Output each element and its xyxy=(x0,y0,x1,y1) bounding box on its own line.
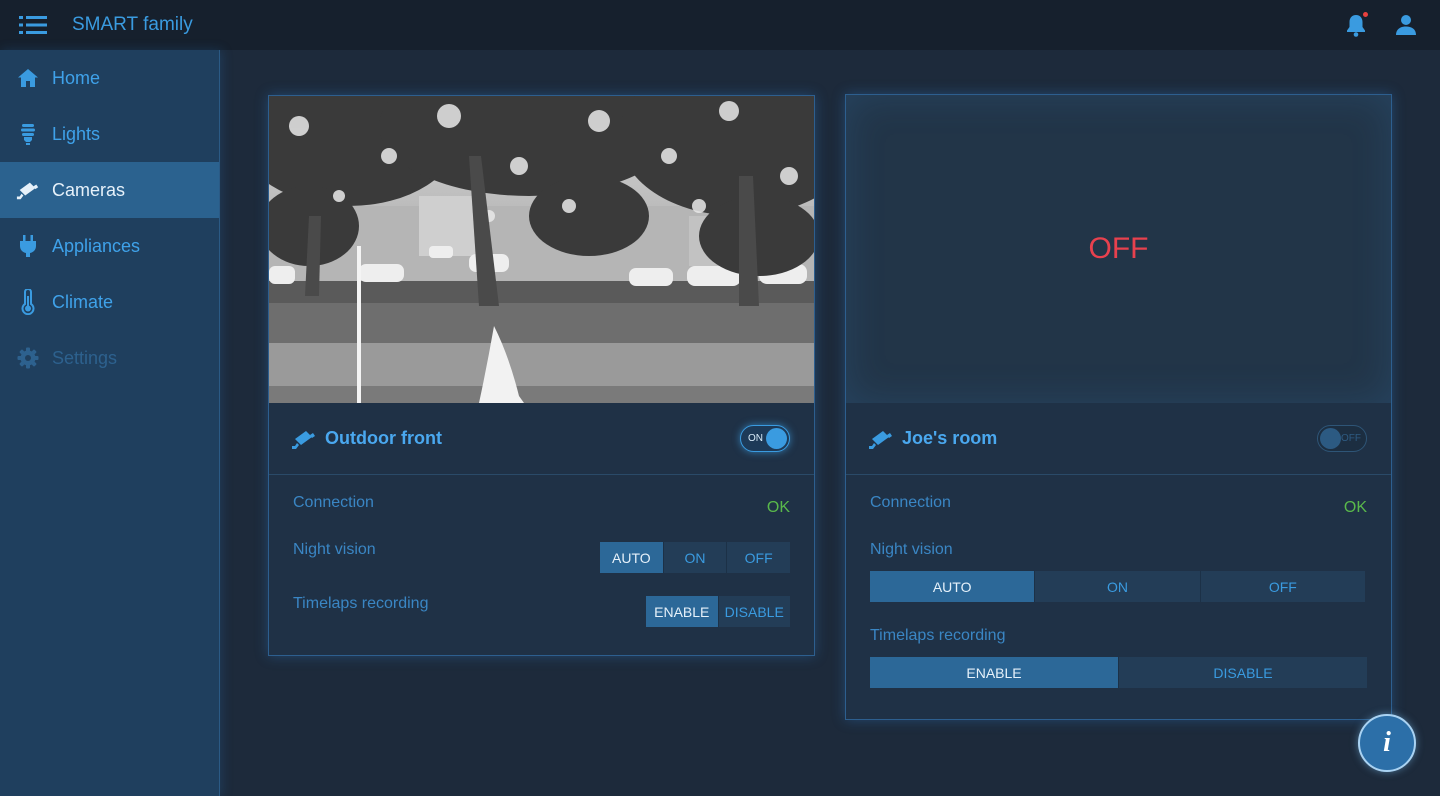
toggle-state-label: OFF xyxy=(1341,433,1361,444)
sidebar-item-label: Climate xyxy=(52,291,114,312)
sidebar-item-appliances[interactable]: Appliances xyxy=(0,218,219,274)
gear-icon xyxy=(16,346,40,370)
camera-name: Outdoor front xyxy=(325,428,442,448)
notification-dot xyxy=(1363,12,1368,17)
night-vision-on-button[interactable]: ON xyxy=(663,542,728,573)
timelapse-disable-button[interactable]: DISABLE xyxy=(1119,657,1367,688)
camera-icon xyxy=(868,427,896,451)
camera-icon xyxy=(291,427,319,451)
camera-card-header: Outdoor front ON xyxy=(269,403,814,475)
sidebar-item-home[interactable]: Home xyxy=(0,50,219,106)
camera-card-joes-room: OFF Joe's room OFF Connection OK Night v… xyxy=(845,94,1392,720)
timelapse-enable-button[interactable]: ENABLE xyxy=(870,657,1119,688)
sidebar-item-label: Settings xyxy=(52,347,118,368)
timelapse-selector: ENABLE DISABLE xyxy=(646,596,790,627)
connection-status: OK xyxy=(1343,499,1367,516)
night-vision-label: Night vision xyxy=(293,541,376,558)
bell-icon[interactable] xyxy=(1343,12,1369,38)
camera-name: Joe's room xyxy=(902,428,998,448)
camera-feed: OFF xyxy=(846,95,1391,403)
camera-card-outdoor-front: Outdoor front ON Connection OK Night vis… xyxy=(268,95,815,656)
connection-label: Connection xyxy=(870,494,951,511)
night-vision-off-button[interactable]: OFF xyxy=(1200,571,1365,602)
app-title: SMART family xyxy=(72,14,193,35)
timelapse-label: Timelaps recording xyxy=(293,595,429,612)
toggle-state-label: ON xyxy=(748,433,763,444)
toggle-knob xyxy=(1320,428,1341,449)
info-button[interactable]: i xyxy=(1358,714,1416,772)
night-vision-auto-button[interactable]: AUTO xyxy=(600,542,664,573)
night-vision-selector: AUTO ON OFF xyxy=(870,571,1365,602)
sidebar-item-cameras[interactable]: Cameras xyxy=(0,162,219,218)
timelapse-enable-button[interactable]: ENABLE xyxy=(646,596,719,627)
top-bar: SMART family xyxy=(0,0,1440,50)
sidebar-item-label: Cameras xyxy=(52,179,126,200)
user-icon[interactable] xyxy=(1393,12,1419,38)
home-icon xyxy=(16,66,40,90)
lightbulb-icon xyxy=(16,122,40,146)
sidebar: Home Lights Cameras Appliances Climate S… xyxy=(0,50,220,796)
menu-icon[interactable] xyxy=(17,14,49,36)
sidebar-item-lights[interactable]: Lights xyxy=(0,106,219,162)
camera-feed xyxy=(269,96,814,403)
night-vision-selector: AUTO ON OFF xyxy=(600,542,791,573)
camera-power-toggle[interactable]: OFF xyxy=(1317,425,1367,452)
timelapse-label: Timelaps recording xyxy=(870,627,1006,644)
night-vision-off-button[interactable]: OFF xyxy=(727,542,791,573)
night-vision-label: Night vision xyxy=(870,541,953,558)
sidebar-item-settings[interactable]: Settings xyxy=(0,330,219,386)
sidebar-item-label: Appliances xyxy=(52,235,141,256)
connection-status: OK xyxy=(766,499,790,516)
night-vision-on-button[interactable]: ON xyxy=(1035,571,1201,602)
camera-power-toggle[interactable]: ON xyxy=(740,425,790,452)
timelapse-selector: ENABLE DISABLE xyxy=(870,657,1367,688)
camera-card-header: Joe's room OFF xyxy=(846,403,1391,475)
night-vision-auto-button[interactable]: AUTO xyxy=(870,571,1036,602)
sidebar-item-climate[interactable]: Climate xyxy=(0,274,219,330)
sidebar-item-label: Home xyxy=(52,67,101,88)
plug-icon xyxy=(16,234,40,258)
timelapse-disable-button[interactable]: DISABLE xyxy=(718,596,790,627)
connection-label: Connection xyxy=(293,494,374,511)
toggle-knob xyxy=(766,428,787,449)
camera-icon xyxy=(16,178,40,202)
sidebar-item-label: Lights xyxy=(52,123,101,144)
camera-off-label: OFF xyxy=(1088,232,1149,265)
thermometer-icon xyxy=(16,289,40,315)
